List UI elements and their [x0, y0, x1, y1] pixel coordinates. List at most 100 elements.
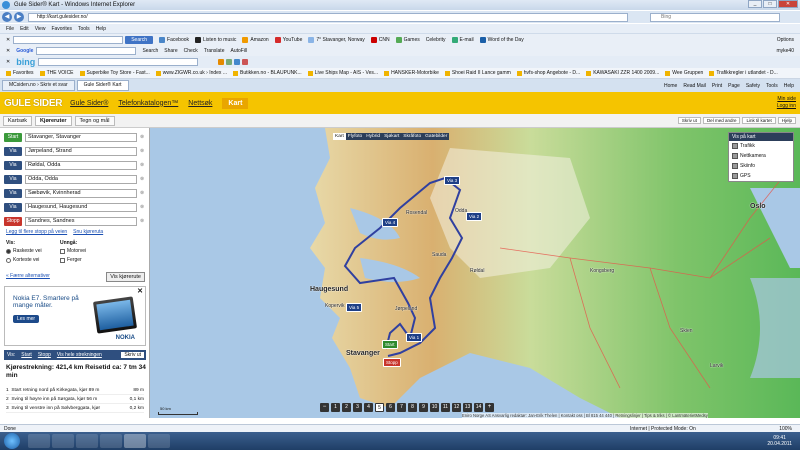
google-search-input[interactable] [36, 46, 137, 55]
app-taskbar-icon[interactable] [148, 434, 170, 448]
zoom-out-icon[interactable]: − [320, 403, 329, 412]
waypoint-input[interactable]: Jørpeland, Strand [25, 146, 137, 156]
explorer-taskbar-icon[interactable] [52, 434, 74, 448]
shortest-option[interactable]: Korteste vei [6, 257, 39, 263]
tab-kjoreruter[interactable]: Kjøreruter [34, 115, 72, 126]
help-button[interactable]: Help [784, 83, 794, 89]
remove-icon[interactable]: ⊗ [140, 190, 144, 196]
remove-icon[interactable]: ⊗ [140, 218, 144, 224]
tab-gulesider-kart[interactable]: Gule Sider® Kart [76, 80, 129, 91]
fav-item[interactable]: Trafikkregler i utlandet - D... [709, 70, 778, 76]
dir-stop-link[interactable]: Stopp [38, 352, 51, 358]
user-name[interactable]: myke40 [776, 48, 794, 54]
waypoint-input[interactable]: Sandnes, Sandnes [25, 216, 137, 226]
zoom-level-current[interactable]: 5 [375, 403, 384, 412]
zoom-level[interactable]: 9 [419, 403, 428, 412]
overlay-title[interactable]: Vis på kart [729, 133, 793, 141]
read-mail-button[interactable]: Read Mail [683, 83, 706, 89]
remove-icon[interactable]: ⊗ [140, 148, 144, 154]
reverse-route-link[interactable]: Snu kjøreruta [73, 229, 103, 235]
browser-taskbar-icon[interactable] [124, 434, 146, 448]
youtube-link[interactable]: YouTube [274, 36, 302, 43]
zoom-in-icon[interactable]: + [485, 403, 494, 412]
zoom-level[interactable]: 14 [474, 403, 483, 412]
maximize-button[interactable]: □ [763, 0, 777, 8]
safety-button[interactable]: Safety [746, 83, 760, 89]
clock[interactable]: 09:41 20.04.2011 [767, 435, 792, 447]
show-route-button[interactable]: Vis kjørerute [106, 272, 145, 282]
overlay-skiinfo[interactable]: Skiinfo [729, 161, 793, 171]
menu-help[interactable]: Help [96, 26, 106, 32]
menu-edit[interactable]: Edit [20, 26, 29, 32]
route-marker[interactable]: Via 3 [444, 176, 461, 185]
fav-item[interactable]: Superbike Toy Store - Fast... [79, 70, 150, 76]
layer-kart[interactable]: Kart [333, 133, 346, 140]
route-marker[interactable]: Via 4 [382, 218, 399, 227]
tab-kartsok[interactable]: Kartsøk [3, 115, 32, 126]
zoom-level[interactable]: 7 [397, 403, 406, 412]
games-link[interactable]: Games [395, 36, 420, 43]
menu-tools[interactable]: Tools [78, 26, 90, 32]
close-bing-toolbar-icon[interactable]: ✕ [6, 59, 10, 65]
nav-telefonkatalogen[interactable]: Telefonkatalogen™ [118, 100, 178, 107]
fav-item[interactable]: Shoei Raid II Lance gamm [444, 70, 511, 76]
print-map-button[interactable]: Skriv ut [677, 117, 701, 124]
email-link[interactable]: E-mail [451, 36, 474, 43]
back-icon[interactable]: ◀ [2, 12, 12, 22]
weather-widget[interactable]: 7° Stavanger, Norway [308, 36, 365, 43]
nav-gulesider[interactable]: Gule Sider® [70, 100, 108, 107]
list-item[interactable]: 3 Sving til venstre inn på Sølvberggata,… [6, 404, 144, 413]
autofill-button[interactable]: AutoFill [230, 48, 247, 54]
tab-tegn-og-mal[interactable]: Tegn og mål [74, 115, 115, 126]
dir-print-button[interactable]: Skriv ut [121, 352, 144, 358]
zoom-level[interactable]: 8 [408, 403, 417, 412]
fav-item[interactable]: www.ZIGWR.co.uk › Index ... [155, 70, 227, 76]
word-of-day-link[interactable]: Word of the Day [479, 36, 524, 43]
fav-item[interactable]: THE VOICE [39, 70, 74, 76]
remove-icon[interactable]: ⊗ [140, 162, 144, 168]
search-input[interactable]: Bing [650, 12, 780, 22]
dir-start-link[interactable]: Start [21, 352, 32, 358]
media-player-taskbar-icon[interactable] [76, 434, 98, 448]
waypoint-input[interactable]: Røldal, Odda [25, 160, 137, 170]
zoom-level[interactable]: 12 [452, 403, 461, 412]
zoom-level[interactable]: 10 [430, 403, 439, 412]
menu-favorites[interactable]: Favorites [51, 26, 72, 32]
overlay-gps[interactable]: GPS [729, 171, 793, 181]
cnn-link[interactable]: CNN [370, 36, 390, 43]
route-marker[interactable]: Via 2 [466, 212, 483, 221]
checkbox-icon[interactable] [60, 257, 65, 263]
remove-icon[interactable]: ⊗ [140, 176, 144, 182]
zoom-level[interactable]: 4 [364, 403, 373, 412]
avoid-motorway-option[interactable]: Motorvei [60, 248, 86, 254]
music-player[interactable]: Listen to music [195, 36, 236, 43]
celebrity-link[interactable]: Celebrity [426, 37, 446, 43]
route-marker[interactable]: Via 5 [346, 303, 363, 312]
spotify-taskbar-icon[interactable] [100, 434, 122, 448]
waypoint-input[interactable]: Haugesund, Haugesund [25, 202, 137, 212]
waypoint-input[interactable]: Sæbøvik, Kvinnherad [25, 188, 137, 198]
route-marker[interactable]: Start [382, 340, 398, 349]
fav-item[interactable]: Live Ships Map - AIS - Ves... [307, 70, 378, 76]
fastest-option[interactable]: Raskeste vei [6, 248, 42, 254]
share-button[interactable]: Share [164, 48, 177, 54]
link-map-button[interactable]: Link til kartet [742, 117, 776, 124]
map-canvas[interactable]: Kart Flyfoto Hybrid Sjøkart Skråfoto Gat… [150, 128, 800, 418]
logg-inn-link[interactable]: Logg inn [777, 103, 796, 110]
menu-view[interactable]: View [35, 26, 46, 32]
zoom-level[interactable]: 13 [463, 403, 472, 412]
print-button[interactable]: Print [712, 83, 722, 89]
zoom-level[interactable]: 6 [386, 403, 395, 412]
tab-mcsiden[interactable]: MCsiden.no › Skriv et svar [2, 80, 75, 91]
remove-icon[interactable]: ⊗ [140, 204, 144, 210]
forward-icon[interactable]: ▶ [14, 12, 24, 22]
radio-icon[interactable] [6, 257, 11, 263]
nokia-ad[interactable]: ✕ Nokia E7. Smartere på mange måter. Les… [4, 286, 146, 346]
favorites-button[interactable]: Favorites [6, 70, 34, 76]
ie-taskbar-icon[interactable] [28, 434, 50, 448]
facebook-link[interactable]: Facebook [159, 36, 189, 43]
close-toolbar-icon[interactable]: ✕ [6, 37, 10, 43]
zoom-level[interactable]: 11 [441, 403, 450, 412]
checkbox-icon[interactable] [60, 248, 65, 254]
nav-nettsok[interactable]: Nettsøk [188, 100, 212, 107]
